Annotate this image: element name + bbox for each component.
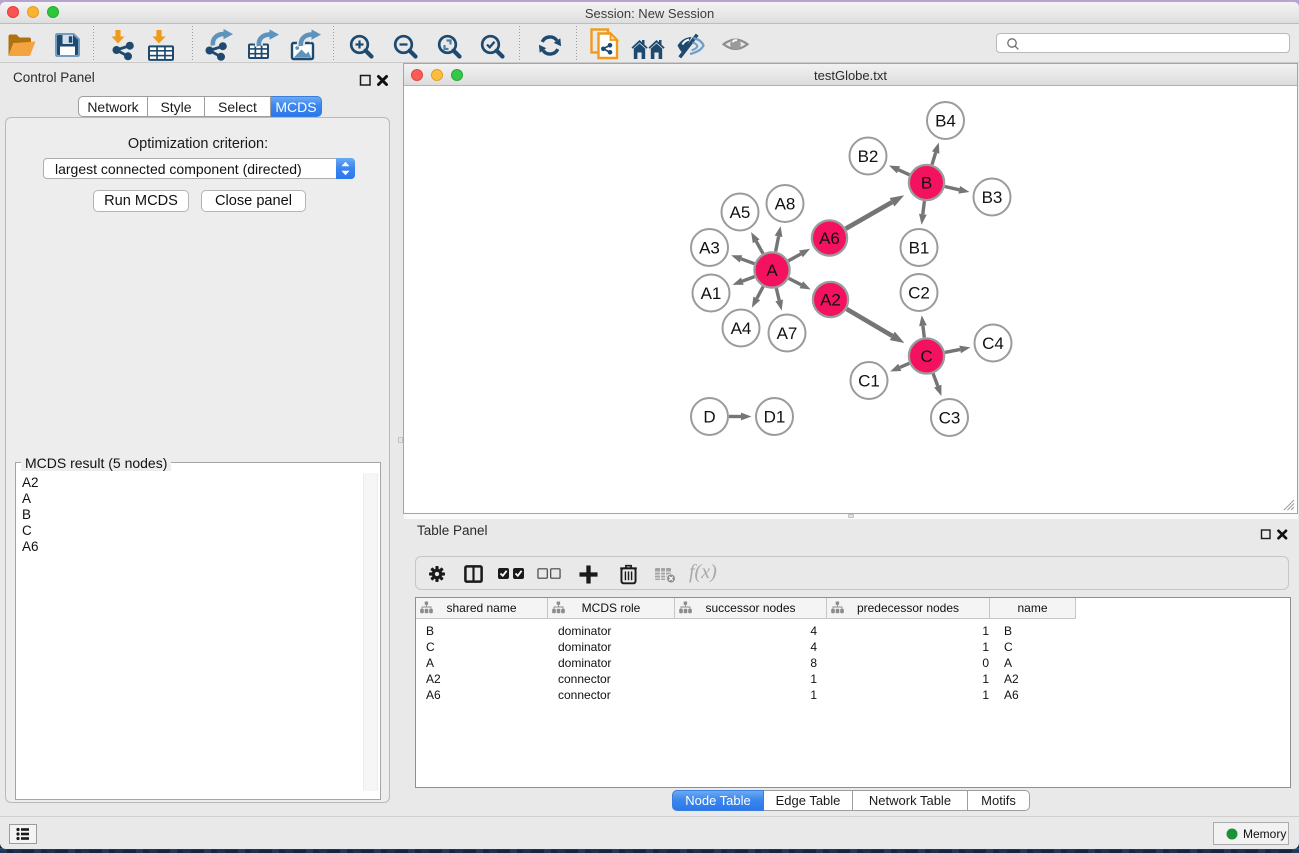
svg-text:A1: A1 <box>701 284 722 303</box>
svg-text:A3: A3 <box>699 239 720 258</box>
svg-text:C4: C4 <box>982 334 1004 353</box>
svg-text:A6: A6 <box>819 229 840 248</box>
svg-text:B2: B2 <box>858 147 879 166</box>
svg-text:A7: A7 <box>777 324 798 343</box>
svg-text:C3: C3 <box>939 409 961 428</box>
svg-text:D: D <box>703 408 715 427</box>
svg-text:A8: A8 <box>775 195 796 214</box>
svg-text:A5: A5 <box>730 203 751 222</box>
svg-text:B1: B1 <box>909 239 930 258</box>
svg-text:B4: B4 <box>935 112 956 131</box>
svg-text:D1: D1 <box>764 408 786 427</box>
svg-text:C1: C1 <box>858 372 880 391</box>
svg-text:C: C <box>920 347 932 366</box>
svg-text:B3: B3 <box>982 188 1003 207</box>
svg-text:A2: A2 <box>820 291 841 310</box>
svg-text:B: B <box>921 174 932 193</box>
svg-text:A4: A4 <box>731 319 752 338</box>
svg-text:C2: C2 <box>908 284 930 303</box>
svg-text:A: A <box>766 261 778 280</box>
